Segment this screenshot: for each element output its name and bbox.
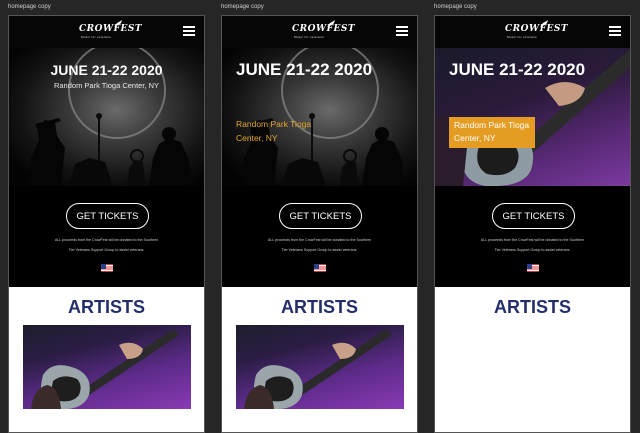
logo-tagline: Music for veterans (294, 35, 324, 39)
get-tickets-button[interactable]: GET TICKETS (492, 203, 575, 229)
artists-heading: ARTISTS (493, 297, 571, 317)
event-venue: Random Park Tioga Center, NY (236, 119, 312, 143)
donation-note-line1: ALL proceeds from the CrowFest will be d… (480, 238, 585, 242)
homepage-frame: CROWFEST Music for veterans JUNE 21-22 2… (434, 15, 631, 433)
hero-section: JUNE 21-22 2020 Random Park Tioga Center… (9, 48, 204, 186)
logo[interactable]: CROWFEST Music for veterans (292, 20, 356, 41)
menu-icon[interactable] (396, 26, 408, 36)
artist-image[interactable] (23, 325, 191, 409)
get-tickets-button[interactable]: GET TICKETS (279, 203, 362, 229)
ticket-section: GET TICKETS ALL proceeds from the CrowFe… (9, 186, 204, 287)
us-flag-icon (314, 264, 326, 272)
artists-section: ARTISTS (222, 287, 417, 432)
artboard-title: homepage copy (8, 4, 51, 10)
logo[interactable]: CROWFEST Music for veterans (79, 20, 143, 41)
logo-tagline: Music for veterans (81, 35, 111, 39)
ticket-section: GET TICKETS ALL proceeds from the CrowFe… (435, 186, 630, 287)
homepage-frame: CROWFEST Music for veterans JUNE 21-22 2… (8, 15, 205, 433)
event-date: JUNE 21-22 2020 (236, 60, 373, 79)
logo[interactable]: CROWFEST Music for veterans (505, 20, 569, 41)
donation-note-line2: Tier Veterans Support Group to assist ve… (494, 248, 571, 252)
artists-section: ARTISTS (9, 287, 204, 432)
menu-icon[interactable] (183, 26, 195, 36)
event-venue: Random Park Tioga Center, NY (449, 117, 535, 148)
artists-heading: ARTISTS (67, 297, 145, 317)
nav-bar: CROWFEST Music for veterans (222, 16, 417, 48)
logo-tagline: Music for veterans (507, 35, 537, 39)
artboard-title: homepage copy (434, 4, 477, 10)
menu-icon[interactable] (609, 26, 621, 36)
logo-text: CROWFEST (505, 24, 569, 34)
guitar-photo (31, 329, 179, 409)
get-tickets-button[interactable]: GET TICKETS (66, 203, 149, 229)
donation-note-line1: ALL proceeds from the CrowFest will be d… (54, 238, 159, 242)
artboard-title: homepage copy (221, 4, 264, 10)
ticket-section: GET TICKETS ALL proceeds from the CrowFe… (222, 186, 417, 287)
guitar-photo (244, 329, 392, 409)
us-flag-icon (527, 264, 539, 272)
event-date: JUNE 21-22 2020 (50, 62, 163, 78)
hero-section: JUNE 21-22 2020 Random Park Tioga Center… (222, 48, 417, 186)
event-date: JUNE 21-22 2020 (449, 60, 586, 79)
us-flag-icon (101, 264, 113, 272)
artists-section: ARTISTS (435, 287, 630, 432)
artists-heading: ARTISTS (280, 297, 358, 317)
hero-section: JUNE 21-22 2020 Random Park Tioga Center… (435, 48, 630, 186)
donation-note-line2: Tier Veterans Support Group to assist ve… (68, 248, 145, 252)
logo-text: CROWFEST (79, 24, 143, 34)
donation-note-line2: Tier Veterans Support Group to assist ve… (281, 248, 358, 252)
nav-bar: CROWFEST Music for veterans (435, 16, 630, 48)
nav-bar: CROWFEST Music for veterans (9, 16, 204, 48)
donation-note-line1: ALL proceeds from the CrowFest will be d… (267, 238, 372, 242)
artist-image[interactable] (236, 325, 404, 409)
logo-text: CROWFEST (292, 24, 356, 34)
homepage-frame: CROWFEST Music for veterans JUNE 21-22 2… (221, 15, 418, 433)
event-venue: Random Park Tioga Center, NY (53, 81, 160, 90)
